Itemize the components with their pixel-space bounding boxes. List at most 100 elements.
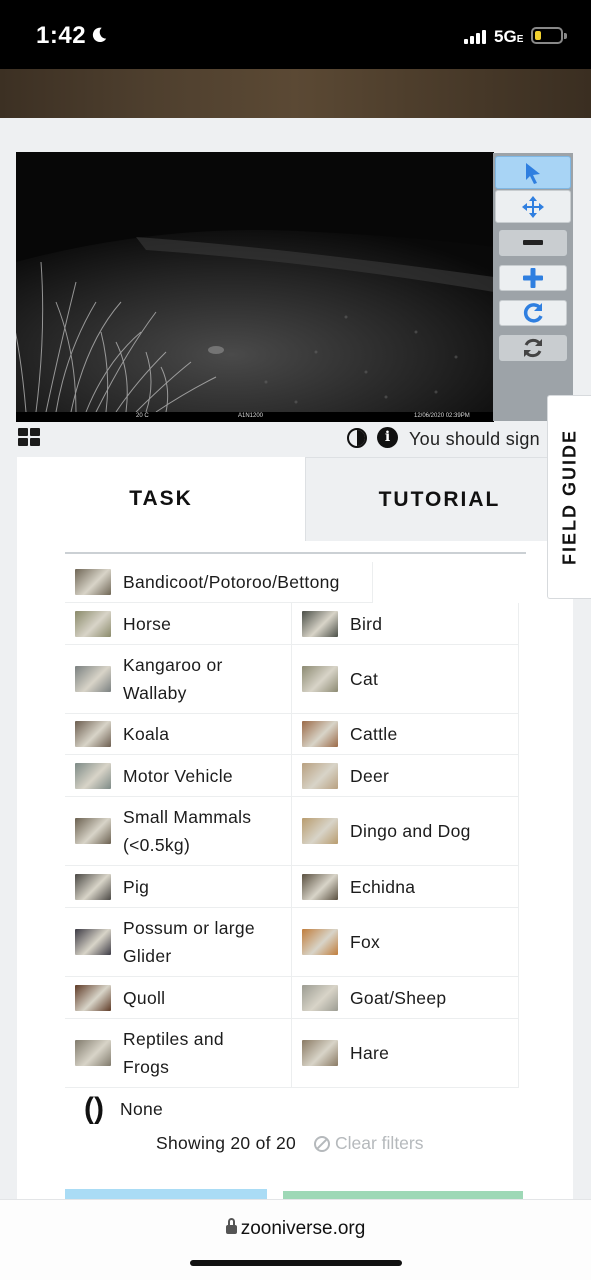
minus-icon [523,240,543,245]
choice-label: Small Mammals (<0.5kg) [123,807,252,855]
choice-thumbnail [75,818,111,844]
choice-label: Possum or large Glider [123,918,255,966]
choice-koala[interactable]: Koala [65,714,292,755]
choice-pig[interactable]: Pig [65,866,292,908]
choice-label: Reptiles and Frogs [123,1029,224,1077]
choice-label: Echidna [350,876,416,897]
battery-icon [531,27,567,44]
choice-thumbnail [302,762,338,789]
choice-thumbnail [75,666,111,692]
choice-goat-sheep[interactable]: Goat/Sheep [292,977,519,1019]
choice-label: Motor Vehicle [123,765,233,786]
image-tools-panel [493,153,573,421]
divider [65,552,526,554]
choice-thumbnail [75,610,111,637]
choice-dingo-and-dog[interactable]: Dingo and Dog [292,797,519,866]
choice-bird[interactable]: Bird [292,603,519,645]
choice-label: Bandicoot/Potoroo/Bettong [123,572,340,592]
choice-horse[interactable]: Horse [65,603,292,645]
choice-thumbnail [75,984,111,1011]
none-icon: () [84,1092,104,1125]
field-guide-label: FIELD GUIDE [559,428,579,566]
tab-tutorial[interactable]: TUTORIAL [305,457,573,541]
clear-filters-label: Clear filters [335,1133,424,1153]
tab-task[interactable]: TASK [17,457,305,541]
browser-bar: zooniverse.org [0,1199,591,1280]
viewer-footer: i You should sign [18,426,558,452]
choice-thumbnail [75,1040,111,1066]
move-tool-button[interactable] [495,190,571,223]
choice-thumbnail [75,569,111,595]
choice-possum-or-large-glider[interactable]: Possum or large Glider [65,908,292,977]
url-display[interactable]: zooniverse.org [0,1218,591,1240]
choice-label: Quoll [123,987,166,1008]
choice-hare[interactable]: Hare [292,1019,519,1088]
status-time: 1:42 [36,22,87,49]
choice-small-mammals-0-5kg[interactable]: Small Mammals (<0.5kg) [65,797,292,866]
choice-thumbnail [302,610,338,637]
rotate-button[interactable] [499,300,567,326]
contrast-icon[interactable] [347,428,367,448]
choice-echidna[interactable]: Echidna [292,866,519,908]
move-arrows-icon [522,195,544,218]
choice-label: None [120,1099,164,1119]
choice-thumbnail [75,873,111,900]
camera-trap-image[interactable]: 20 C A1N1200 12/06/2020 02:39PM [16,152,494,422]
choice-cat[interactable]: Cat [292,645,519,714]
plus-icon [523,268,543,288]
choice-thumbnail [302,984,338,1011]
ban-icon [314,1135,330,1152]
choice-kangaroo-or-wallaby[interactable]: Kangaroo or Wallaby [65,645,292,714]
zoom-in-button[interactable] [499,265,567,291]
choice-fox[interactable]: Fox [292,908,519,977]
lock-icon [225,1218,237,1234]
pointer-tool-button[interactable] [495,156,571,189]
choice-label: Cattle [350,724,398,744]
choice-label: Dingo and Dog [350,821,471,841]
choice-cattle[interactable]: Cattle [292,714,519,755]
field-guide-tab[interactable]: FIELD GUIDE [547,395,591,599]
url-text: zooniverse.org [240,1218,366,1239]
reset-button[interactable] [499,335,567,361]
zoom-out-button[interactable] [499,230,567,256]
do-not-disturb-moon-icon [92,27,107,43]
choice-motor-vehicle[interactable]: Motor Vehicle [65,755,292,797]
sign-in-notice: You should sign [409,429,540,449]
project-header-banner [0,69,591,118]
choice-label: Cat [350,669,379,689]
choice-thumbnail [75,762,111,789]
camera-info-bar: 20 C A1N1200 12/06/2020 02:39PM [16,412,494,422]
camera-id: A1N1200 [238,413,264,419]
clear-filters-button[interactable]: Clear filters [314,1133,424,1154]
choice-label: Kangaroo or Wallaby [123,655,223,703]
choice-thumbnail [75,721,111,747]
choice-bandicoot-potoroo-bettong[interactable]: Bandicoot/Potoroo/Bettong [65,562,373,603]
camera-timestamp: 12/06/2020 02:39PM [414,413,470,419]
info-icon[interactable]: i [377,427,398,448]
cellular-signal-icon [464,30,490,44]
choice-thumbnail [302,1040,338,1066]
choice-label: Horse [123,613,172,634]
choice-thumbnail [75,929,111,955]
rotate-icon [523,303,543,323]
status-bar: 1:42 5GE [0,0,591,69]
choice-none[interactable]: () None [65,1088,292,1130]
home-indicator[interactable] [190,1260,402,1266]
choice-deer[interactable]: Deer [292,755,519,797]
choice-label: Bird [350,613,383,634]
camera-temperature: 20 C [136,413,149,419]
choice-reptiles-and-frogs[interactable]: Reptiles and Frogs [65,1019,292,1088]
showing-count: Showing 20 of 20 [156,1133,297,1153]
network-type: 5GE [494,27,524,46]
cursor-icon [526,162,540,184]
choice-thumbnail [302,818,338,844]
refresh-icon [524,338,542,358]
choice-label: Deer [350,765,390,786]
choice-label: Koala [123,724,170,744]
choice-label: Fox [350,932,381,952]
grid-layout-icon[interactable] [18,428,44,448]
choice-label: Pig [123,876,150,897]
choice-quoll[interactable]: Quoll [65,977,292,1019]
choice-label: Goat/Sheep [350,987,447,1008]
choice-thumbnail [302,929,338,955]
